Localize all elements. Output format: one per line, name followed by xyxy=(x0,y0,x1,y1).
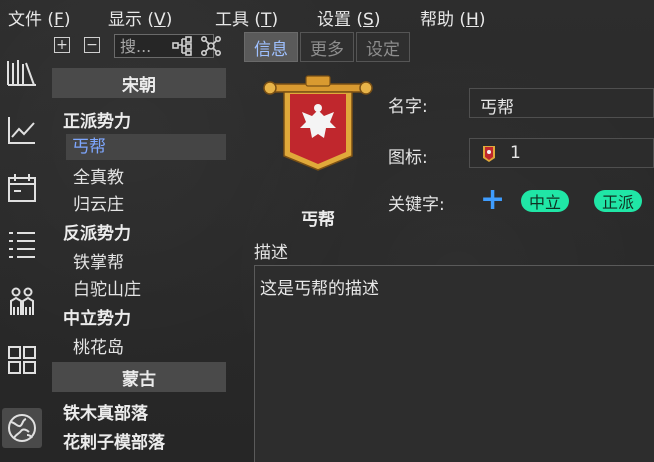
name-field[interactable]: 丐帮 xyxy=(469,88,654,118)
tree-item[interactable]: 铁木真部落 xyxy=(63,399,148,424)
entity-title: 丐帮 xyxy=(301,210,335,230)
library-icon[interactable] xyxy=(2,52,42,92)
module-icon-bar xyxy=(0,48,46,462)
description-label: 描述 xyxy=(254,243,288,263)
menu-settings[interactable]: 设置 (S) xyxy=(317,5,380,30)
list-icon[interactable] xyxy=(2,224,42,264)
tree-item[interactable]: 花剌子模部落 xyxy=(63,428,165,453)
keyword-tag[interactable]: 正派 xyxy=(594,190,643,212)
tree-item-selected[interactable]: 丐帮 xyxy=(66,134,226,160)
tree-item[interactable]: 归云庄 xyxy=(73,190,124,215)
faction-banner-icon[interactable] xyxy=(262,72,374,172)
globe-icon[interactable] xyxy=(2,408,42,448)
tree-item[interactable]: 铁掌帮 xyxy=(73,248,124,273)
keywords-label: 关键字: xyxy=(388,195,445,215)
menu-bar: 文件 (F) 显示 (V) 工具 (T) 设置 (S) 帮助 (H) xyxy=(0,0,654,32)
tree-item[interactable]: 白驼山庄 xyxy=(73,275,141,300)
calendar-icon[interactable] xyxy=(2,168,42,208)
tree-item[interactable]: 全真教 xyxy=(73,163,124,188)
icon-select[interactable]: 1 xyxy=(469,138,654,168)
keyword-tag[interactable]: 中立 xyxy=(521,190,570,212)
add-keyword-button[interactable]: + xyxy=(480,185,505,215)
menu-file[interactable]: 文件 (F) xyxy=(8,5,70,30)
people-icon[interactable] xyxy=(2,282,42,322)
menu-help[interactable]: 帮助 (H) xyxy=(420,5,485,30)
expand-all-button[interactable]: + xyxy=(54,37,70,53)
tab-config[interactable]: 设定 xyxy=(356,32,410,62)
menu-tools[interactable]: 工具 (T) xyxy=(215,5,278,30)
collapse-all-button[interactable]: − xyxy=(84,37,100,53)
tree-toolbar: + − xyxy=(52,34,228,60)
grid-icon[interactable] xyxy=(2,340,42,380)
network-icon[interactable] xyxy=(200,35,222,57)
tab-more[interactable]: 更多 xyxy=(300,32,354,62)
tree-item[interactable]: 桃花岛 xyxy=(73,333,124,358)
description-textarea[interactable]: 这是丐帮的描述 xyxy=(254,265,654,462)
tab-info[interactable]: 信息 xyxy=(244,32,298,62)
banner-icon xyxy=(483,146,495,162)
hierarchy-icon[interactable] xyxy=(171,35,193,57)
tree-category[interactable]: 反派势力 xyxy=(63,219,131,244)
tree-search-input[interactable] xyxy=(114,34,214,58)
chart-line-icon[interactable] xyxy=(2,110,42,150)
tree-group-mongol[interactable]: 蒙古 xyxy=(52,362,226,392)
tree-group-song[interactable]: 宋朝 xyxy=(52,68,226,98)
icon-label: 图标: xyxy=(388,148,428,168)
menu-view[interactable]: 显示 (V) xyxy=(108,5,172,30)
name-label: 名字: xyxy=(388,97,428,117)
tree-category[interactable]: 中立势力 xyxy=(63,304,131,329)
tree-category[interactable]: 正派势力 xyxy=(63,107,131,132)
